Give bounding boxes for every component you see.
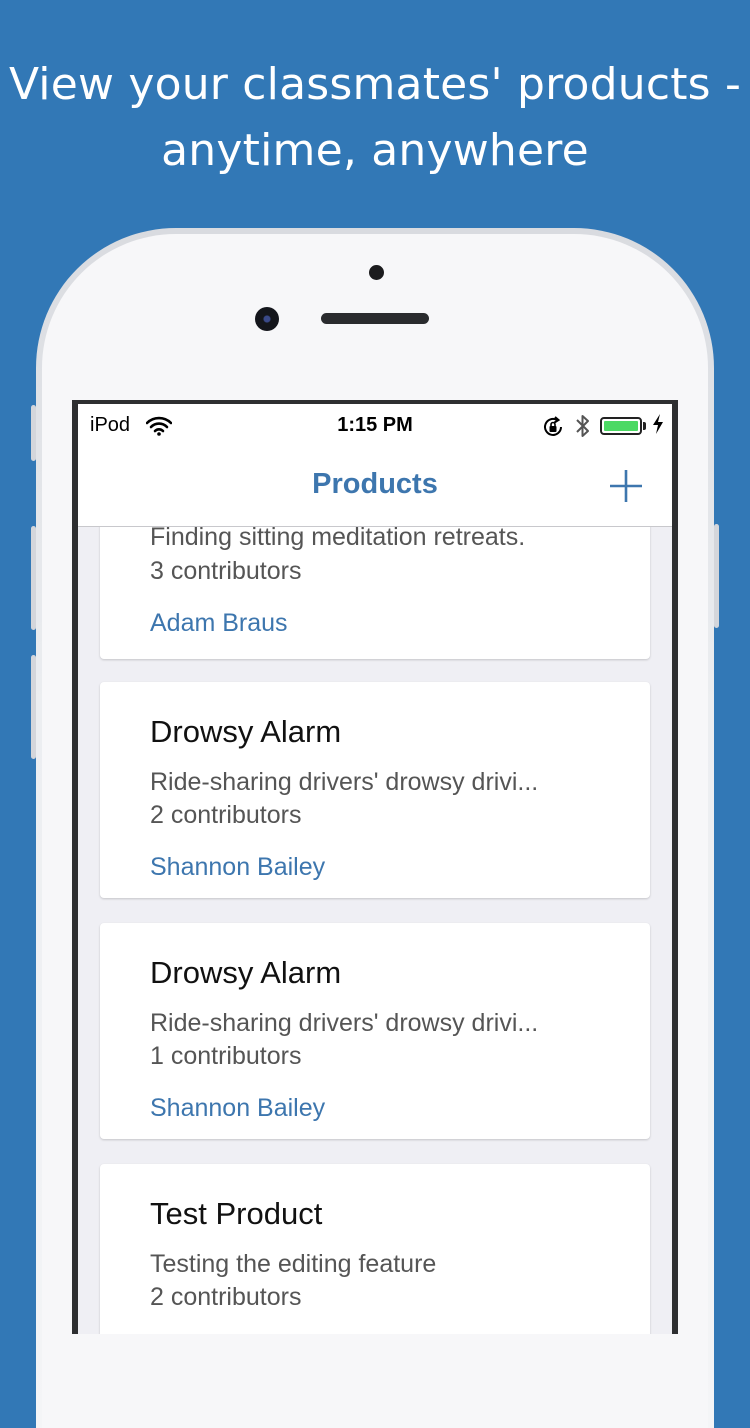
front-camera-icon [255,307,279,331]
product-description: Testing the editing feature [150,1250,437,1278]
product-contributors: 1 contributors [150,1042,302,1070]
product-list: Finding sitting meditation retreats. 3 c… [78,527,672,1334]
product-contributors: 2 contributors [150,801,302,829]
proximity-sensor [369,265,384,280]
power-button [714,524,719,628]
product-card[interactable]: Drowsy Alarm Ride-sharing drivers' drows… [100,682,650,898]
product-title: Drowsy Alarm [150,714,342,749]
page-title: Products [312,468,438,500]
product-card[interactable]: Test Product Testing the editing feature… [100,1164,650,1334]
product-description: Ride-sharing drivers' drowsy drivi... [150,768,539,796]
charging-bolt-icon [652,413,664,440]
product-description: Ride-sharing drivers' drowsy drivi... [150,1009,539,1037]
mute-switch [31,405,36,461]
volume-up-button [31,526,36,630]
battery-tip [643,422,646,430]
navigation-bar: Products [78,448,672,527]
product-author-link[interactable]: Shannon Bailey [150,1094,325,1123]
headline-line-1: View your classmates' products - [8,59,742,110]
product-description: Finding sitting meditation retreats. [150,527,526,551]
product-title: Drowsy Alarm [150,955,342,990]
product-author-link[interactable]: Shannon Bailey [150,853,325,882]
app-display: iPod 1:15 PM Products Finding sitting me… [78,404,672,1334]
add-product-button[interactable] [606,466,646,506]
battery-icon [600,417,642,435]
battery-fill [604,421,638,431]
product-contributors: 2 contributors [150,1283,302,1311]
plus-icon [610,470,642,502]
rotation-lock-icon [541,415,565,445]
status-bar: iPod 1:15 PM [78,404,672,448]
headline-line-2: anytime, anywhere [161,125,589,176]
product-card[interactable]: Finding sitting meditation retreats. 3 c… [100,527,650,659]
earpiece-speaker [321,313,429,324]
volume-down-button [31,655,36,759]
phone-screen: iPod 1:15 PM Products Finding sitting me… [72,400,678,1334]
product-author-link[interactable]: Adam Braus [150,609,288,638]
product-contributors: 3 contributors [150,557,302,585]
product-title: Test Product [150,1196,323,1231]
product-card[interactable]: Drowsy Alarm Ride-sharing drivers' drows… [100,923,650,1139]
headline: View your classmates' products - anytime… [0,52,750,184]
bluetooth-icon [575,413,591,445]
